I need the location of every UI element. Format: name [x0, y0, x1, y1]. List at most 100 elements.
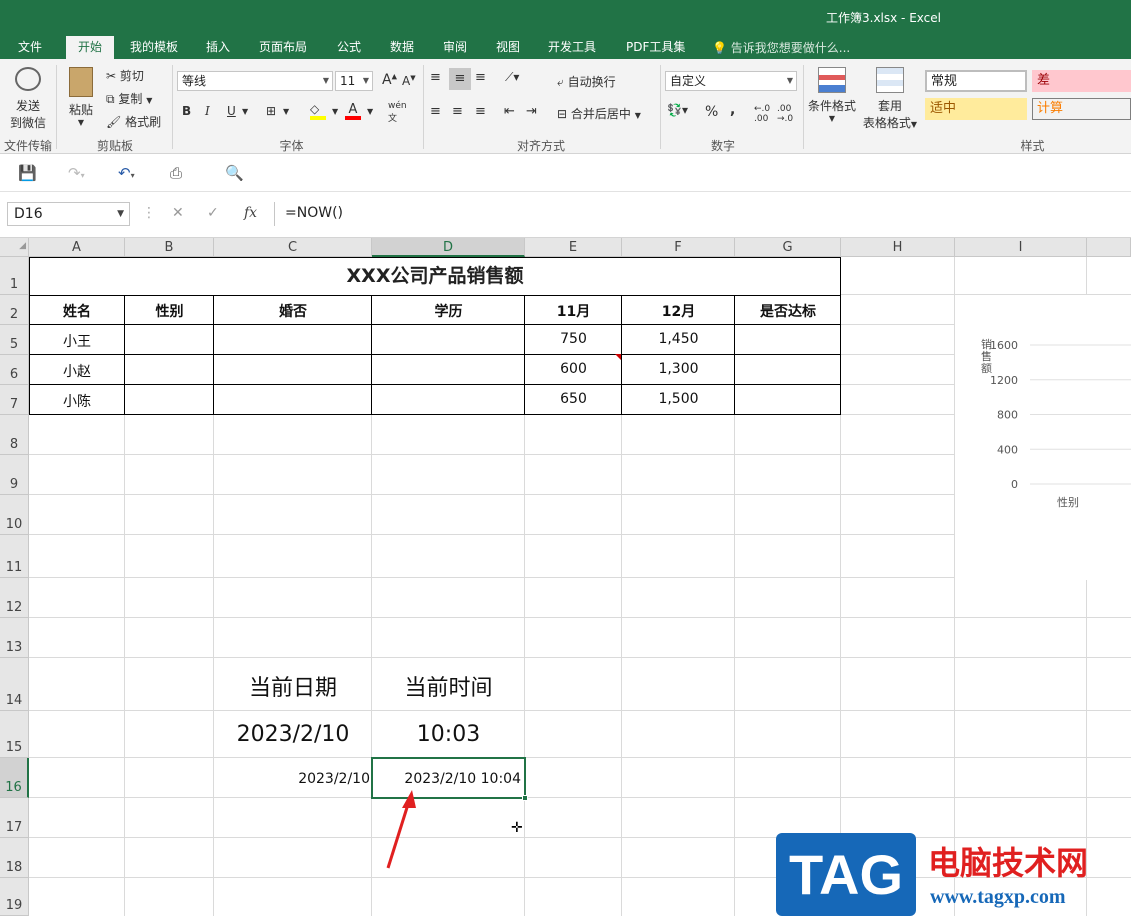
italic-button[interactable]: I [205, 104, 210, 118]
comma-button[interactable]: , [730, 102, 735, 118]
decrease-decimal-icon[interactable]: .00 →.0 [777, 104, 793, 124]
increase-decimal-icon[interactable]: ←.0.00 [754, 104, 770, 124]
table-cell[interactable]: 1,300 [622, 361, 735, 377]
conditional-format-button[interactable]: 条件格式 ▼ [808, 67, 856, 123]
column-header-h[interactable]: H [841, 238, 955, 257]
redo-icon[interactable]: ↷▾ [68, 164, 85, 182]
tab-developer[interactable]: 开发工具 [540, 36, 604, 59]
font-size-select[interactable]: 11 ▼ [335, 71, 373, 91]
table-header-cell[interactable]: 11月 [525, 301, 622, 321]
number-format-select[interactable]: 自定义 ▼ [665, 71, 797, 91]
save-icon[interactable]: 💾 [18, 164, 37, 182]
phonetic-icon[interactable]: wén 文 [388, 101, 407, 124]
tab-data[interactable]: 数据 [382, 36, 422, 59]
merge-center-button[interactable]: ⊟ 合并后居中 ▼ [557, 105, 641, 122]
chevron-down-icon[interactable]: ▼ [332, 107, 338, 116]
column-header-f[interactable]: F [622, 238, 735, 257]
chevron-down-icon[interactable]: ▼ [242, 107, 248, 116]
column-header-g[interactable]: G [735, 238, 841, 257]
underline-button[interactable]: U [227, 104, 236, 118]
table-cell[interactable]: 1,450 [622, 331, 735, 347]
format-painter-button[interactable]: 🖌 格式刷 [106, 113, 161, 130]
table-header-cell[interactable]: 学历 [372, 301, 525, 321]
table-header-cell[interactable]: 是否达标 [735, 301, 841, 321]
column-header-e[interactable]: E [525, 238, 622, 257]
tab-view[interactable]: 视图 [488, 36, 528, 59]
increase-indent-icon[interactable]: ⇥ [526, 104, 537, 119]
tab-page-layout[interactable]: 页面布局 [251, 36, 315, 59]
tab-file[interactable]: 文件 [10, 36, 50, 59]
bold-button[interactable]: B [182, 104, 191, 118]
paste-button[interactable]: 粘贴 ▼ [64, 67, 98, 127]
column-header-c[interactable]: C [214, 238, 372, 257]
font-color-icon[interactable]: A [345, 102, 361, 120]
table-cell[interactable]: 1,500 [622, 391, 735, 407]
table-header-cell[interactable]: 姓名 [29, 301, 125, 321]
tab-my-templates[interactable]: 我的模板 [122, 36, 186, 59]
tab-review[interactable]: 审阅 [435, 36, 475, 59]
insert-function-button[interactable]: fx [244, 205, 257, 221]
table-cell[interactable]: 小陈 [29, 391, 125, 411]
column-header-b[interactable]: B [125, 238, 214, 257]
row-header[interactable]: 9 [0, 455, 29, 495]
row-header[interactable]: 12 [0, 578, 29, 618]
chevron-down-icon[interactable]: ▼ [283, 107, 289, 116]
column-header-j[interactable] [1087, 238, 1131, 257]
table-cell[interactable]: 600 [525, 361, 622, 377]
accounting-format-icon[interactable]: 💱▾ [667, 103, 688, 117]
row-header[interactable]: 6 [0, 355, 29, 385]
today-result-cell[interactable]: 2023/2/10 [214, 771, 370, 787]
row-header[interactable]: 5 [0, 325, 29, 355]
row-header[interactable]: 16 [0, 758, 29, 798]
wrap-text-button[interactable]: ⤶ 自动换行 [557, 73, 616, 90]
align-top-icon[interactable]: ≡ [430, 70, 441, 85]
decrease-font-button[interactable]: A▼ [402, 74, 416, 88]
row-header[interactable]: 13 [0, 618, 29, 658]
confirm-icon[interactable]: ✓ [207, 205, 219, 221]
fill-handle[interactable] [522, 795, 528, 801]
formula-input[interactable]: =NOW() [274, 202, 1131, 226]
time-value[interactable]: 10:03 [372, 722, 525, 747]
row-header[interactable]: 15 [0, 711, 29, 758]
row-header[interactable]: 11 [0, 535, 29, 578]
current-date-label[interactable]: 当前日期 [214, 670, 372, 702]
cut-button[interactable]: ✂ 剪切 [106, 67, 144, 84]
align-left-icon[interactable]: ≡ [430, 104, 441, 119]
send-to-wechat-button[interactable]: 发送 到微信 [10, 67, 46, 131]
print-preview-icon[interactable]: ⎙ [170, 164, 182, 182]
sales-chart[interactable]: 销售额 1600 1200 800 400 0 性别 [955, 295, 1131, 580]
current-time-label[interactable]: 当前时间 [372, 670, 525, 702]
chevron-down-icon[interactable]: ▼ [367, 107, 373, 116]
table-header-cell[interactable]: 婚否 [214, 301, 372, 321]
copy-button[interactable]: ⧉ 复制 ▼ [106, 90, 152, 107]
fill-color-icon[interactable]: ◇ [310, 102, 326, 120]
column-header-a[interactable]: A [29, 238, 125, 257]
row-header[interactable]: 8 [0, 415, 29, 455]
decrease-indent-icon[interactable]: ⇤ [504, 104, 515, 119]
table-cell[interactable]: 650 [525, 391, 622, 407]
row-header[interactable]: 7 [0, 385, 29, 415]
row-header[interactable]: 1 [0, 257, 29, 295]
style-normal[interactable]: 常规 [925, 70, 1027, 92]
tab-formulas[interactable]: 公式 [329, 36, 369, 59]
align-center-icon[interactable]: ≡ [452, 104, 463, 119]
column-header-i[interactable]: I [955, 238, 1087, 257]
table-title-cell[interactable]: XXX公司产品销售额 [29, 257, 841, 295]
zoom-preview-icon[interactable]: 🔍 [225, 164, 244, 182]
row-header[interactable]: 18 [0, 838, 29, 878]
table-cell[interactable]: 小赵 [29, 361, 125, 381]
column-header-d[interactable]: D [372, 238, 525, 257]
row-header[interactable]: 19 [0, 878, 29, 916]
table-cell[interactable]: 750 [525, 331, 622, 347]
percent-button[interactable]: % [705, 104, 718, 120]
orientation-icon[interactable]: ⟋▾ [505, 70, 519, 85]
row-header[interactable]: 14 [0, 658, 29, 711]
row-header[interactable]: 17 [0, 798, 29, 838]
row-header[interactable]: 2 [0, 295, 29, 325]
table-cell[interactable]: 小王 [29, 331, 125, 351]
style-calculation[interactable]: 计算 [1032, 98, 1131, 120]
tell-me-box[interactable]: 💡 告诉我您想要做什么... [712, 39, 850, 56]
increase-font-button[interactable]: A▲ [382, 72, 397, 88]
undo-icon[interactable]: ↶▾ [118, 164, 135, 182]
border-icon[interactable]: ⊞ [266, 104, 276, 118]
